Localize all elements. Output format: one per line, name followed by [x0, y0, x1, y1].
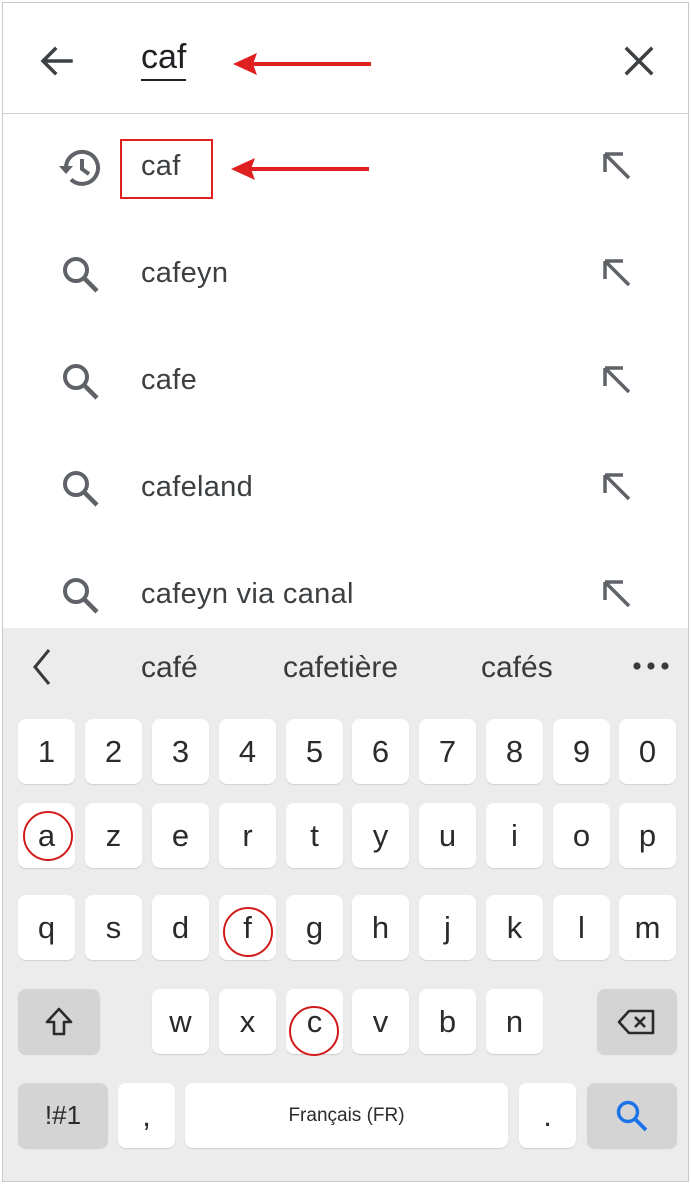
key-2[interactable]: 2: [85, 719, 142, 784]
key-q[interactable]: q: [18, 895, 75, 960]
arrow-up-left-icon[interactable]: [599, 362, 635, 398]
keyboard-suggestion[interactable]: cafetière: [283, 648, 398, 688]
chevron-left-icon[interactable]: [27, 646, 57, 688]
key-y[interactable]: y: [352, 803, 409, 868]
search-icon: [63, 364, 99, 400]
search-key[interactable]: [587, 1083, 677, 1148]
search-input[interactable]: caf: [141, 37, 187, 81]
arrow-up-left-icon[interactable]: [599, 469, 635, 505]
suggestion-text: cafeyn: [141, 257, 229, 289]
arrow-up-left-icon[interactable]: [599, 148, 635, 184]
search-icon: [616, 1100, 648, 1131]
key-7[interactable]: 7: [419, 719, 476, 784]
key-s[interactable]: s: [85, 895, 142, 960]
key-g[interactable]: g: [286, 895, 343, 960]
suggestion-text: cafeyn via canal: [141, 578, 354, 610]
key-0[interactable]: 0: [619, 719, 676, 784]
clear-button[interactable]: [619, 41, 659, 81]
key-p[interactable]: p: [619, 803, 676, 868]
suggestion-item[interactable]: cafeland: [3, 435, 688, 542]
key-4[interactable]: 4: [219, 719, 276, 784]
key-k[interactable]: k: [486, 895, 543, 960]
arrow-left-icon: [40, 46, 73, 76]
key-w[interactable]: w: [152, 989, 209, 1054]
key-d[interactable]: d: [152, 895, 209, 960]
key-h[interactable]: h: [352, 895, 409, 960]
symbols-key[interactable]: !#1: [18, 1083, 108, 1148]
app-screen: caf caf cafeyn cafe cafeland cafeyn via …: [2, 2, 689, 1182]
on-screen-keyboard: café cafetière cafés 1 2 3 4 5 6 7 8 9 0…: [3, 628, 688, 1181]
key-x[interactable]: x: [219, 989, 276, 1054]
key-l[interactable]: l: [553, 895, 610, 960]
space-key[interactable]: Français (FR): [185, 1083, 508, 1148]
keyboard-suggestion[interactable]: cafés: [481, 648, 553, 688]
key-b[interactable]: b: [419, 989, 476, 1054]
suggestion-item[interactable]: cafe: [3, 328, 688, 435]
back-button[interactable]: [37, 41, 77, 81]
shift-icon: [45, 1007, 73, 1035]
comma-key[interactable]: ,: [118, 1083, 175, 1148]
search-icon: [63, 257, 99, 293]
suggestion-item[interactable]: cafeyn: [3, 221, 688, 328]
keyboard-suggestion[interactable]: café: [141, 648, 198, 688]
keyboard-suggestion-bar: café cafetière cafés: [3, 628, 688, 706]
backspace-icon: [617, 1009, 655, 1034]
history-icon: [59, 149, 100, 186]
backspace-key[interactable]: [597, 989, 677, 1054]
arrow-up-left-icon[interactable]: [599, 255, 635, 291]
key-o[interactable]: o: [553, 803, 610, 868]
search-icon: [63, 471, 99, 507]
suggestion-text: cafe: [141, 364, 198, 396]
more-icon[interactable]: [629, 658, 673, 674]
key-6[interactable]: 6: [352, 719, 409, 784]
key-j[interactable]: j: [419, 895, 476, 960]
suggestion-text: caf: [141, 150, 181, 182]
arrow-up-left-icon[interactable]: [599, 576, 635, 612]
key-t[interactable]: t: [286, 803, 343, 868]
key-8[interactable]: 8: [486, 719, 543, 784]
key-m[interactable]: m: [619, 895, 676, 960]
key-a[interactable]: a: [18, 803, 75, 868]
key-z[interactable]: z: [85, 803, 142, 868]
key-v[interactable]: v: [352, 989, 409, 1054]
search-icon: [63, 578, 99, 614]
key-9[interactable]: 9: [553, 719, 610, 784]
key-i[interactable]: i: [486, 803, 543, 868]
key-u[interactable]: u: [419, 803, 476, 868]
suggestion-item[interactable]: cafeyn via canal: [3, 542, 688, 628]
close-icon: [624, 46, 654, 76]
key-e[interactable]: e: [152, 803, 209, 868]
period-key[interactable]: .: [519, 1083, 576, 1148]
key-f[interactable]: f: [219, 895, 276, 960]
key-n[interactable]: n: [486, 989, 543, 1054]
annotation-arrow: [231, 158, 369, 180]
key-c[interactable]: c: [286, 989, 343, 1054]
annotation-arrow: [233, 53, 371, 75]
key-1[interactable]: 1: [18, 719, 75, 784]
key-3[interactable]: 3: [152, 719, 209, 784]
key-r[interactable]: r: [219, 803, 276, 868]
suggestion-text: cafeland: [141, 471, 254, 503]
key-5[interactable]: 5: [286, 719, 343, 784]
search-bar: caf: [3, 3, 688, 114]
shift-key[interactable]: [18, 989, 100, 1054]
suggestion-list: caf cafeyn cafe cafeland cafeyn via cana…: [3, 114, 688, 628]
suggestion-item[interactable]: caf: [3, 114, 688, 221]
